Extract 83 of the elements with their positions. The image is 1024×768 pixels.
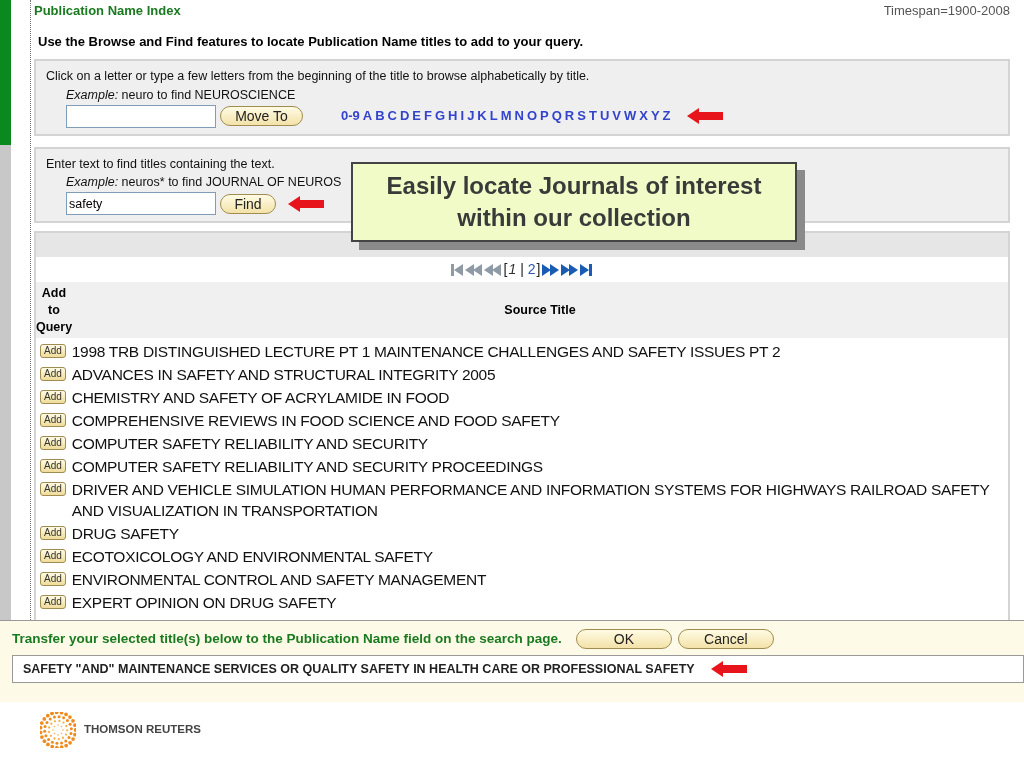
ok-button[interactable]: OK <box>575 629 672 650</box>
browse-text: Click on a letter or type a few letters from the beginning of the title to browse alphabetically by title. <box>46 68 591 85</box>
move-to-button[interactable]: Move To <box>220 106 303 126</box>
add-button[interactable]: Add <box>40 344 66 358</box>
add-button[interactable]: Add <box>40 572 66 586</box>
find-field[interactable]: safety <box>66 192 216 215</box>
letter-link[interactable]: N <box>514 106 524 126</box>
letter-link[interactable]: X <box>639 106 648 126</box>
letter-link[interactable]: C <box>387 106 397 126</box>
source-title[interactable]: ECOTOXICOLOGY AND ENVIRONMENTAL SAFETY <box>71 546 433 567</box>
letter-link[interactable]: 0-9 <box>341 106 360 126</box>
previous-page-icon[interactable] <box>465 262 484 277</box>
callout-text: Easily locate Journals of interest within our collection <box>385 171 763 233</box>
example-text: Example: neuro to find NEUROSCIENCE <box>66 86 296 104</box>
letter-link[interactable]: J <box>467 106 475 126</box>
previous-page-icon[interactable] <box>484 262 503 277</box>
arrow-icon <box>288 195 324 212</box>
letter-link[interactable]: Z <box>662 106 671 126</box>
find-button[interactable]: Find <box>220 193 276 214</box>
instructions-text: Use the Browse and Find features to locate Publication Name titles to add to your query. <box>38 32 585 51</box>
letter-link[interactable]: R <box>564 106 575 126</box>
letter-link[interactable]: B <box>375 106 385 126</box>
letter-link[interactable]: M <box>500 106 512 126</box>
letter-link[interactable]: Y <box>650 106 660 126</box>
letter-link[interactable]: E <box>412 106 422 126</box>
transfer-text: Transfer your selected title(s) below to the Publication Name field on the search page. <box>12 630 562 648</box>
source-title[interactable]: COMPUTER SAFETY RELIABILITY AND SECURITY <box>71 433 428 454</box>
browse-field[interactable] <box>66 104 216 128</box>
letter-link[interactable]: S <box>577 106 586 126</box>
letter-link[interactable]: U <box>599 106 610 126</box>
next-page-icon[interactable] <box>560 262 579 277</box>
letter-link[interactable]: P <box>540 106 549 126</box>
add-button[interactable]: Add <box>40 482 66 496</box>
next-page-icon[interactable] <box>541 262 560 277</box>
find-text: Enter text to find titles containing the text. <box>46 155 276 173</box>
page-link[interactable]: 1 <box>508 259 517 280</box>
first-page-icon[interactable] <box>451 262 465 277</box>
add-button[interactable]: Add <box>40 413 66 427</box>
add-button[interactable]: Add <box>40 595 66 609</box>
letter-link[interactable]: G <box>435 106 446 126</box>
letter-link[interactable]: Q <box>551 106 562 126</box>
source-title[interactable]: EXPERT OPINION ON DRUG SAFETY <box>71 592 337 613</box>
separator-text: | <box>520 260 524 279</box>
letter-link[interactable]: O <box>526 106 538 126</box>
arrow-icon <box>710 661 747 678</box>
letter-link[interactable]: D <box>399 106 410 126</box>
add-button[interactable]: Add <box>40 367 66 381</box>
logo-text: THOMSON REUTERS <box>84 722 201 738</box>
arrow-icon <box>686 108 723 124</box>
letter-link[interactable]: K <box>477 106 487 126</box>
letter-link[interactable]: W <box>623 106 637 126</box>
add-button[interactable]: Add <box>40 549 66 563</box>
source-title[interactable]: COMPREHENSIVE REVIEWS IN FOOD SCIENCE AND FOOD SAFETY <box>71 410 560 431</box>
index-title: Publication Name Index <box>34 2 181 20</box>
timespan-text: Timespan=1900-2008 <box>883 2 1010 20</box>
logo-icon <box>40 712 76 748</box>
source-title[interactable]: ENVIRONMENTAL CONTROL AND SAFETY MANAGEMENT <box>71 569 487 590</box>
bracket-text: ] <box>536 260 541 279</box>
add-button[interactable]: Add <box>40 459 66 473</box>
selected-titles-field[interactable]: SAFETY "AND" MAINTENANCE SERVICES OR QUALITY SAFETY IN HEALTH CARE OR PROFESSIONAL SAFETY <box>12 655 1024 684</box>
column-header: Source Title <box>503 301 577 319</box>
column-header: Add to Query <box>36 284 72 336</box>
page-link[interactable]: 2 <box>527 259 536 280</box>
source-title[interactable]: 1998 TRB DISTINGUISHED LECTURE PT 1 MAINTENANCE CHALLENGES AND SAFETY ISSUES PT 2 <box>71 341 781 362</box>
letter-link[interactable]: T <box>588 106 597 126</box>
letter-link[interactable]: V <box>612 106 621 126</box>
source-title[interactable]: COMPUTER SAFETY RELIABILITY AND SECURITY PROCEEDINGS <box>71 456 543 477</box>
cancel-button[interactable]: Cancel <box>677 629 774 650</box>
add-button[interactable]: Add <box>40 390 66 404</box>
add-button[interactable]: Add <box>40 526 66 540</box>
add-button[interactable]: Add <box>40 436 66 450</box>
example-text: Example: neuros* to find JOURNAL OF NEUROS <box>66 174 342 192</box>
source-title[interactable]: ADVANCES IN SAFETY AND STRUCTURAL INTEGRITY 2005 <box>71 364 496 385</box>
letter-link[interactable]: A <box>362 106 373 126</box>
last-page-icon[interactable] <box>579 262 593 277</box>
letter-link[interactable]: H <box>448 106 458 126</box>
source-title[interactable]: DRUG SAFETY <box>71 523 179 544</box>
bracket-text: [ <box>503 260 508 279</box>
letter-link[interactable]: F <box>424 106 432 126</box>
source-title[interactable]: DRIVER AND VEHICLE SIMULATION HUMAN PERFORMANCE AND INFORMATION SYSTEMS FOR HIGHWAYS RAILROAD SAFETY AND VISUALIZATION IN TRANSPORTATION <box>71 479 1008 521</box>
letter-link[interactable]: I <box>460 106 465 126</box>
source-title[interactable]: CHEMISTRY AND SAFETY OF ACRYLAMIDE IN FOOD <box>71 387 450 408</box>
letter-link[interactable]: L <box>489 106 498 126</box>
